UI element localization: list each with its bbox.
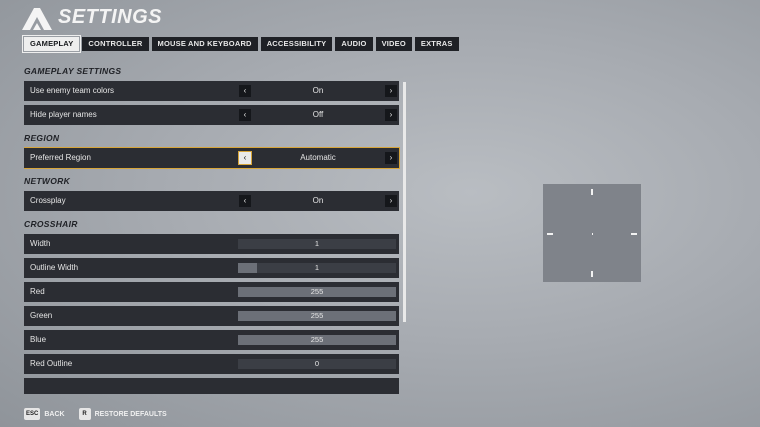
slider-value: 1 [314,239,320,248]
setting-value: Automatic [300,153,336,162]
setting-value: Off [312,110,324,119]
section-region: REGION [24,133,60,143]
tab-controller[interactable]: CONTROLLER [82,37,149,51]
chevron-right-icon[interactable]: › [385,195,397,207]
setting-row-enemy-colors[interactable]: Use enemy team colors ‹ On › [24,81,399,101]
chevron-left-icon[interactable]: ‹ [239,195,251,207]
slider-value: 255 [310,335,324,344]
setting-label: Use enemy team colors [30,86,115,95]
setting-value: On [312,86,324,95]
footer-hints: ESC BACK R RESTORE DEFAULTS [24,408,181,420]
tab-extras[interactable]: EXTRAS [414,37,459,51]
section-crosshair: CROSSHAIR [24,219,78,229]
setting-label: Green [30,311,53,320]
slider-value: 255 [310,311,324,320]
esc-key-icon: ESC [24,408,41,420]
outline-width-slider[interactable]: 1 [238,263,396,273]
chevron-left-icon[interactable]: ‹ [239,85,251,97]
r-key-icon: R [78,408,91,420]
red-slider[interactable]: 255 [238,287,396,297]
setting-label: Blue [30,335,47,344]
slider-value: 0 [314,359,320,368]
tab-video[interactable]: VIDEO [375,37,412,51]
restore-defaults-button[interactable]: R RESTORE DEFAULTS [78,408,167,420]
settings-list[interactable]: GAMEPLAY SETTINGS Use enemy team colors … [24,62,410,394]
chevron-left-icon[interactable]: ‹ [238,151,252,165]
blue-slider[interactable]: 255 [238,335,396,345]
setting-row-crossplay[interactable]: Crossplay ‹ On › [24,191,399,211]
tab-mouse-and-keyboard[interactable]: MOUSE AND KEYBOARD [151,37,258,51]
setting-label: Preferred Region [30,153,91,162]
setting-row-partial[interactable] [24,378,399,394]
setting-row-outline-width[interactable]: Outline Width 1 [24,258,399,278]
tab-accessibility[interactable]: ACCESSIBILITY [260,37,333,51]
setting-row-green[interactable]: Green 255 [24,306,399,326]
chevron-right-icon[interactable]: › [385,109,397,121]
crosshair-preview [543,184,641,282]
page-title: SETTINGS [58,6,163,28]
setting-row-blue[interactable]: Blue 255 [24,330,399,350]
setting-label: Red [30,287,45,296]
setting-row-red[interactable]: Red 255 [24,282,399,302]
slider-value: 1 [314,263,320,272]
setting-label: Outline Width [30,263,79,272]
back-button[interactable]: ESC BACK [24,408,65,420]
section-network: NETWORK [24,176,71,186]
setting-label: Red Outline [30,359,73,368]
setting-row-red-outline[interactable]: Red Outline 0 [24,354,399,374]
chevron-right-icon[interactable]: › [385,152,397,164]
section-gameplay-settings: GAMEPLAY SETTINGS [24,66,122,76]
width-slider[interactable]: 1 [238,239,396,249]
red-outline-slider[interactable]: 0 [238,359,396,369]
scrollbar[interactable] [403,82,406,322]
chevron-right-icon[interactable]: › [385,85,397,97]
back-label: BACK [44,410,65,418]
settings-tabs: GAMEPLAY CONTROLLER MOUSE AND KEYBOARD A… [21,35,459,53]
setting-row-region[interactable]: Preferred Region ‹ Automatic › [24,147,400,169]
setting-label: Hide player names [30,110,97,119]
slider-value: 255 [310,287,324,296]
crosshair-left-line [547,233,553,235]
setting-value: On [312,196,324,205]
crosshair-top-line [591,189,593,195]
green-slider[interactable]: 255 [238,311,396,321]
tab-gameplay[interactable]: GAMEPLAY [21,35,82,53]
crosshair-right-line [631,233,637,235]
setting-row-width[interactable]: Width 1 [24,234,399,254]
crosshair-bottom-line [591,271,593,277]
chevron-left-icon[interactable]: ‹ [239,109,251,121]
setting-label: Width [30,239,51,248]
game-logo-icon [22,8,52,30]
crosshair-center-dot [591,233,593,235]
setting-label: Crossplay [30,196,66,205]
setting-row-hide-names[interactable]: Hide player names ‹ Off › [24,105,399,125]
restore-defaults-label: RESTORE DEFAULTS [94,410,167,418]
tab-audio[interactable]: AUDIO [335,37,373,51]
